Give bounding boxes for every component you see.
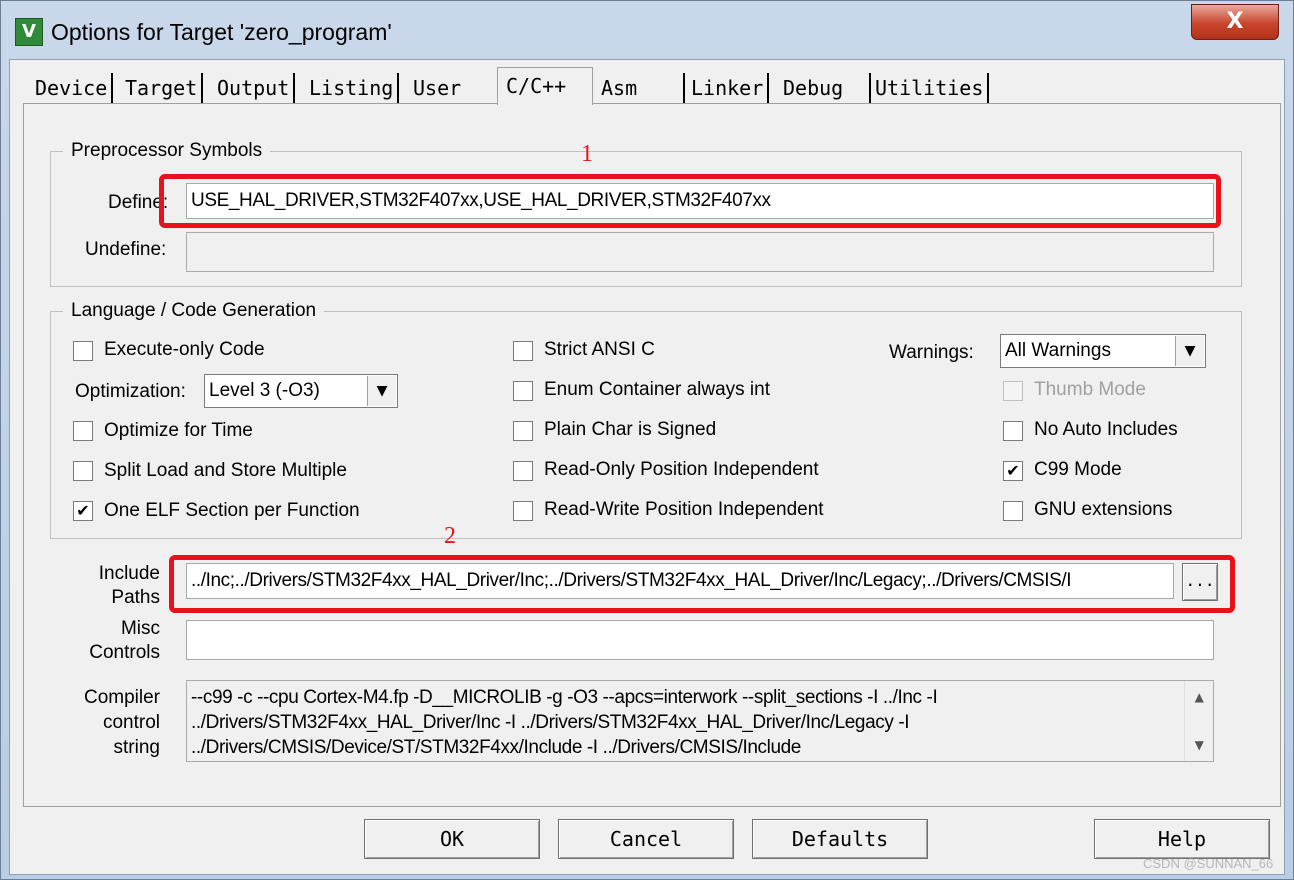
split-load-label: Split Load and Store Multiple	[104, 460, 347, 481]
tab-target[interactable]: Target	[121, 73, 204, 103]
title-bar[interactable]: V Options for Target 'zero_program' X	[1, 1, 1294, 61]
c99-mode-checkbox[interactable]: ✔	[1003, 461, 1023, 481]
preprocessor-group-title: Preprocessor Symbols	[63, 140, 271, 162]
one-elf-label: One ELF Section per Function	[104, 500, 360, 521]
tab-asm[interactable]: Asm	[597, 73, 685, 103]
tab-c-cpp[interactable]: C/C++	[497, 67, 593, 105]
tab-listing[interactable]: Listing	[305, 73, 400, 103]
warnings-select[interactable]: All Warnings ▼	[1000, 334, 1206, 368]
rw-pi-label: Read-Write Position Independent	[544, 499, 824, 520]
include-label-line1: Include	[98, 563, 160, 584]
annotation-highlight-include	[169, 555, 1235, 613]
close-icon: X	[1226, 9, 1244, 34]
tab-debug[interactable]: Debug	[779, 73, 871, 103]
compiler-label-line2: control	[102, 712, 160, 733]
one-elf-checkbox[interactable]: ✔	[73, 501, 93, 521]
execute-only-label: Execute-only Code	[104, 339, 265, 360]
defaults-button[interactable]: Defaults	[752, 819, 928, 859]
enum-container-checkbox[interactable]	[513, 381, 533, 401]
compiler-control-label: Compiler control string	[73, 685, 160, 760]
tab-utilities[interactable]: Utilities	[871, 73, 990, 103]
close-button[interactable]: X	[1191, 4, 1279, 40]
optimize-time-label: Optimize for Time	[104, 420, 253, 441]
help-button[interactable]: Help	[1094, 819, 1270, 859]
chevron-down-icon[interactable]: ▼	[1175, 336, 1204, 366]
ok-button[interactable]: OK	[364, 819, 540, 859]
optimization-value: Level 3 (-O3)	[209, 380, 320, 401]
tab-linker[interactable]: Linker	[687, 73, 770, 103]
compiler-scrollbar[interactable]: ▲ ▼	[1184, 681, 1213, 761]
undefine-label: Undefine:	[85, 239, 167, 260]
enum-container-label: Enum Container always int	[544, 379, 770, 400]
undefine-input[interactable]	[186, 232, 1214, 272]
watermark: CSDN @SUNNAN_66	[1143, 856, 1274, 871]
c99-mode-label: C99 Mode	[1034, 459, 1122, 480]
window-title: Options for Target 'zero_program'	[51, 19, 392, 45]
chevron-down-icon[interactable]: ▼	[367, 376, 396, 406]
thumb-mode-label: Thumb Mode	[1034, 379, 1146, 400]
split-load-checkbox[interactable]	[73, 461, 93, 481]
annotation-highlight-define	[159, 174, 1221, 228]
checkmark-icon: ✔	[76, 501, 90, 520]
language-group-title: Language / Code Generation	[63, 300, 325, 322]
warnings-value: All Warnings	[1005, 340, 1111, 361]
compiler-line: ../Drivers/CMSIS/Device/ST/STM32F4xx/Inc…	[191, 737, 801, 758]
annotation-number-1: 1	[581, 141, 593, 167]
plain-char-checkbox[interactable]	[513, 421, 533, 441]
strict-ansi-checkbox[interactable]	[513, 341, 533, 361]
cancel-button[interactable]: Cancel	[558, 819, 734, 859]
tab-output[interactable]: Output	[213, 73, 296, 103]
keil-app-icon: V	[15, 18, 43, 46]
include-paths-label: Include Paths	[93, 562, 160, 610]
no-auto-includes-checkbox[interactable]	[1003, 421, 1023, 441]
optimization-select[interactable]: Level 3 (-O3) ▼	[204, 374, 398, 408]
ro-pi-checkbox[interactable]	[513, 461, 533, 481]
rw-pi-checkbox[interactable]	[513, 501, 533, 521]
no-auto-includes-label: No Auto Includes	[1034, 419, 1178, 440]
scroll-down-icon[interactable]: ▼	[1185, 733, 1213, 757]
warnings-label: Warnings:	[889, 342, 974, 363]
misc-controls-label: Misc Controls	[83, 617, 160, 665]
optimization-label: Optimization:	[75, 381, 186, 402]
gnu-extensions-label: GNU extensions	[1034, 499, 1173, 520]
compiler-control-string[interactable]: --c99 -c --cpu Cortex-M4.fp -D__MICROLIB…	[186, 680, 1214, 762]
options-dialog-window: V Options for Target 'zero_program' X De…	[0, 0, 1294, 880]
optimize-time-checkbox[interactable]	[73, 421, 93, 441]
plain-char-label: Plain Char is Signed	[544, 419, 717, 440]
thumb-mode-checkbox	[1003, 381, 1023, 401]
gnu-extensions-checkbox[interactable]	[1003, 501, 1023, 521]
include-label-line2: Paths	[111, 587, 160, 608]
compiler-label-line1: Compiler	[83, 687, 160, 708]
execute-only-checkbox[interactable]	[73, 341, 93, 361]
annotation-number-2: 2	[444, 523, 456, 549]
strict-ansi-label: Strict ANSI C	[544, 339, 655, 360]
compiler-line: --c99 -c --cpu Cortex-M4.fp -D__MICROLIB…	[191, 687, 938, 708]
ro-pi-label: Read-Only Position Independent	[544, 459, 819, 480]
tab-user[interactable]: User	[409, 73, 497, 103]
checkmark-icon: ✔	[1006, 461, 1020, 480]
compiler-line: ../Drivers/STM32F4xx_HAL_Driver/Inc -I .…	[191, 712, 910, 733]
compiler-label-line3: string	[113, 737, 160, 758]
misc-label-line1: Misc	[120, 618, 160, 639]
tab-device[interactable]: Device	[31, 73, 114, 103]
misc-label-line2: Controls	[89, 642, 160, 663]
misc-controls-input[interactable]	[186, 620, 1214, 660]
scroll-up-icon[interactable]: ▲	[1185, 685, 1213, 709]
